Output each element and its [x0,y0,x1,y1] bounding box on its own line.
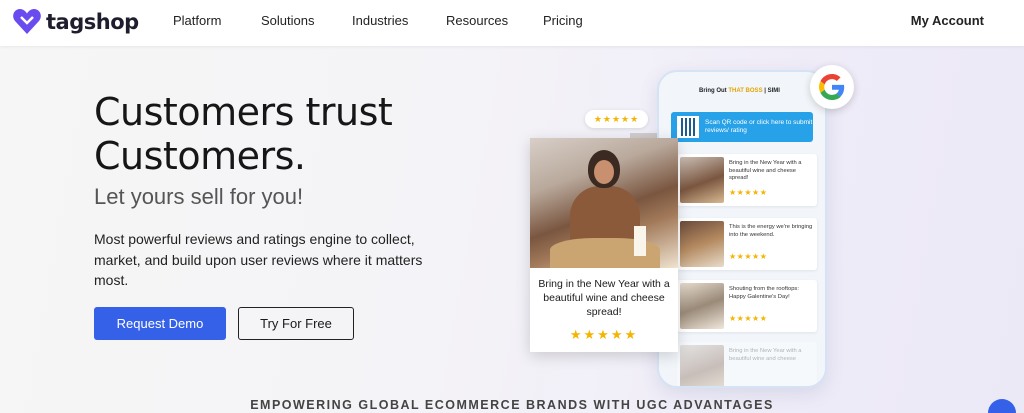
review-item: Bring in the New Year with a beautiful w… [677,342,817,386]
featured-review-stars: ★★★★★ [569,327,639,342]
brand-prefix: Bring Out [699,88,727,94]
hero-description: Most powerful reviews and ratings engine… [94,231,423,288]
review-thumbnail [680,283,724,329]
review-text: Shouting from the rooftops: Happy Galent… [729,286,799,300]
top-nav: tagshop Platform Solutions Industries Re… [0,0,1024,46]
featured-review-card: Bring in the New Year with a beautiful w… [530,138,678,352]
brand-highlight: THAT BOSS [728,88,763,94]
google-icon [819,74,845,100]
review-text: This is the energy we're bringing into t… [729,224,813,238]
hero-subtitle: Let yours sell for you! [94,184,304,209]
review-text: Bring in the New Year with a beautiful w… [729,348,802,362]
brands-tagline: EMPOWERING GLOBAL ECOMMERCE BRANDS WITH … [250,398,774,412]
hero-title-line-2: Customers. [94,134,306,178]
qr-banner-text: Scan QR code or click here to submit rev… [705,119,813,134]
logo-text: tagshop [46,10,139,34]
review-thumbnail [680,157,724,203]
featured-review-text: Bring in the New Year with a beautiful w… [538,278,670,318]
nav-item-industries[interactable]: Industries [352,13,408,28]
photo-face [594,160,614,184]
nav-item-solutions[interactable]: Solutions [261,13,314,28]
photo-figure [570,186,640,246]
brand-suffix: | SIMI [764,88,780,94]
review-thumbnail [680,221,724,267]
review-thumbnail [680,345,724,386]
tagshop-logo[interactable]: tagshop [12,7,139,37]
heart-logo-icon [13,9,41,34]
phone-brand-header: Bring Out THAT BOSS | SIMI [699,88,780,94]
review-photo [530,138,678,268]
hero-title: Customers trust Customers. [94,90,393,178]
nav-item-platform[interactable]: Platform [173,13,221,28]
review-item: This is the energy we're bringing into t… [677,218,817,270]
nav-item-pricing[interactable]: Pricing [543,13,583,28]
request-demo-button[interactable]: Request Demo [94,307,226,340]
review-text: Bring in the New Year with a beautiful w… [729,160,802,181]
hero-title-line-1: Customers trust [94,90,393,134]
review-item: Bring in the New Year with a beautiful w… [677,154,817,206]
photo-candle [634,226,646,256]
qr-review-banner: Scan QR code or click here to submit rev… [671,112,813,142]
qr-code-icon [677,116,699,138]
phone-mockup: Bring Out THAT BOSS | SIMI Scan QR code … [657,70,827,388]
google-badge [810,65,854,109]
rating-stars-pill: ★★★★★ [585,110,648,128]
review-item: Shouting from the rooftops: Happy Galent… [677,280,817,332]
my-account-link[interactable]: My Account [911,13,984,28]
review-stars: ★★★★★ [729,188,768,197]
nav-item-resources[interactable]: Resources [446,13,508,28]
review-stars: ★★★★★ [729,252,768,261]
try-for-free-button[interactable]: Try For Free [238,307,354,340]
review-stars: ★★★★★ [729,314,768,323]
